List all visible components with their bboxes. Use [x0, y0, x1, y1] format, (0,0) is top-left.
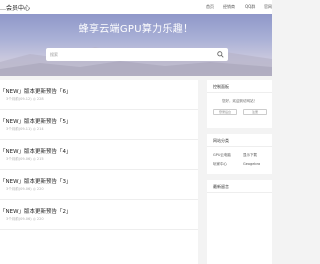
widget-title: 网站分类 — [213, 138, 229, 143]
post-title[interactable]: 「NEW」版本更新预告「4」 — [0, 147, 72, 155]
widget-title: 控制面板 — [213, 84, 229, 89]
category-item[interactable]: Geogebra — [243, 162, 260, 166]
divider — [207, 92, 272, 93]
post-title[interactable]: 「NEW」版本更新预告「3」 — [0, 177, 72, 185]
hero-title: 蜂享云端GPU算力乐趣！ — [78, 24, 194, 35]
post-meta: 3个月前(09-06) ◎ 215 — [6, 157, 44, 161]
post-title[interactable]: 「NEW」版本更新预告「5」 — [0, 117, 72, 125]
post-item[interactable]: 「NEW」版本更新预告「6」 3个月前(09-12) ◎ 228 — [0, 80, 198, 110]
post-meta: 3个月前(09-12) ◎ 228 — [6, 97, 44, 101]
post-meta: 3个月前(09-11) ◎ 214 — [6, 127, 44, 131]
login-button[interactable]: 登录后台 — [213, 109, 237, 115]
post-meta: 3个月前(09-06) ◎ 220 — [6, 217, 44, 221]
nav-item-dealer[interactable]: 经销商 — [223, 4, 235, 10]
category-item[interactable]: 玩家中心 — [213, 162, 227, 167]
search-icon[interactable] — [217, 51, 224, 58]
nav-item-qq-group[interactable]: QQ群 — [245, 4, 255, 10]
post-item[interactable]: 「NEW」版本更新预告「2」 3个月前(09-06) ◎ 220 — [0, 200, 198, 230]
post-item[interactable]: 「NEW」版本更新预告「3」 3个月前(09-06) ◎ 220 — [0, 170, 198, 200]
post-title[interactable]: 「NEW」版本更新预告「2」 — [0, 207, 72, 215]
search-placeholder: 搜索 — [50, 52, 58, 57]
post-title[interactable]: 「NEW」版本更新预告「6」 — [0, 87, 72, 95]
category-item[interactable]: 显示下载 — [243, 153, 257, 158]
divider — [207, 146, 272, 147]
category-item[interactable]: GPU云电脑 — [213, 153, 231, 158]
nav-item-home[interactable]: 首页 — [206, 4, 214, 10]
hero-banner: 蜂享云端GPU算力乐趣！ 搜索 — [0, 14, 272, 76]
top-navbar: …会员中心 首页 经销商 QQ群 官网 — [0, 0, 272, 14]
site-title[interactable]: …会员中心 — [0, 3, 30, 12]
recent-comments-widget: 最新留言 — [207, 180, 272, 264]
post-item[interactable]: 「NEW」版本更新预告「5」 3个月前(09-11) ◎ 214 — [0, 110, 198, 140]
post-item[interactable]: 「NEW」版本更新预告「4」 3个月前(09-06) ◎ 215 — [0, 140, 198, 170]
search-input[interactable]: 搜索 — [46, 48, 228, 61]
post-list: 「NEW」版本更新预告「6」 3个月前(09-12) ◎ 228 「NEW」版本… — [0, 80, 198, 264]
welcome-message: 您好，欢迎到访网站！ — [222, 99, 257, 103]
categories-widget: 网站分类 GPU云电脑 显示下载 玩家中心 Geogebra — [207, 134, 272, 174]
widget-title: 最新留言 — [213, 184, 229, 189]
post-meta: 3个月前(09-06) ◎ 220 — [6, 187, 44, 191]
register-button[interactable]: 注册 — [243, 109, 267, 115]
divider — [207, 192, 272, 193]
nav-item-official-site[interactable]: 官网 — [264, 4, 272, 10]
console-widget: 控制面板 您好，欢迎到访网站！ 登录后台 注册 — [207, 80, 272, 128]
